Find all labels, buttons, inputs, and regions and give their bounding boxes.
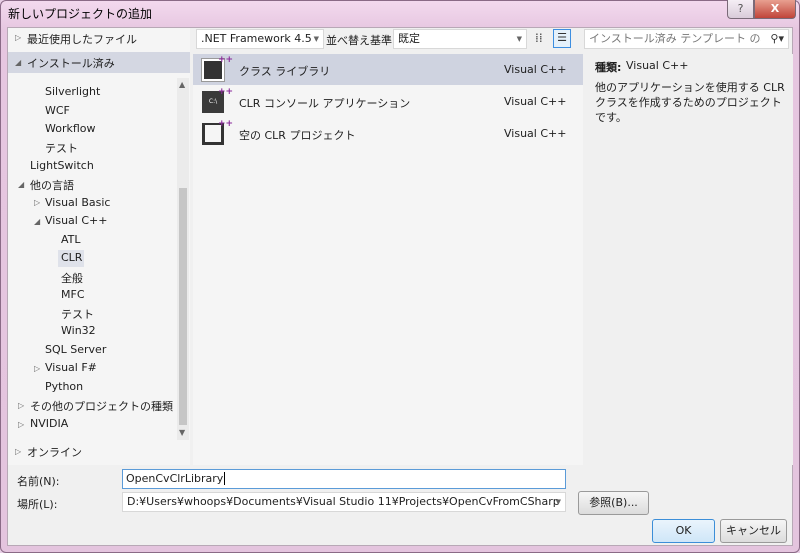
expand-icon[interactable]: ▷ — [34, 198, 40, 207]
sort-value: 既定 — [398, 32, 420, 45]
tree-item[interactable]: Workflow — [45, 122, 96, 135]
sort-label: 並べ替え基準: — [326, 34, 396, 47]
template-row[interactable]: C:\ ++ CLR コンソール アプリケーション Visual C++ — [193, 86, 583, 117]
dropdown-icon: ▼ — [555, 498, 561, 506]
scroll-up-icon[interactable]: ▲ — [179, 80, 185, 89]
scroll-down-icon[interactable]: ▼ — [179, 428, 185, 437]
search-input[interactable]: インストール済み テンプレート の検索 ⚲▾ — [584, 29, 789, 49]
tree-item[interactable]: Visual C++ — [45, 214, 107, 227]
template-row[interactable]: ++ クラス ライブラリ Visual C++ — [193, 54, 583, 85]
template-name: 空の CLR プロジェクト — [239, 129, 356, 142]
tree-item[interactable]: Win32 — [61, 324, 96, 337]
location-select[interactable]: D:¥Users¥whoops¥Documents¥Visual Studio … — [122, 492, 566, 512]
tree-item[interactable]: WCF — [45, 104, 70, 117]
tree-item-online[interactable]: オンライン — [27, 444, 82, 460]
expand-icon[interactable]: ▷ — [18, 401, 24, 410]
tree-item[interactable]: LightSwitch — [30, 159, 94, 172]
name-label: 名前(N): — [17, 475, 60, 488]
dropdown-icon: ▼ — [516, 35, 522, 43]
expand-icon[interactable]: ▷ — [34, 364, 40, 373]
location-value: D:¥Users¥whoops¥Documents¥Visual Studio … — [127, 495, 560, 508]
template-description: 他のアプリケーションを使用する CLR クラスを作成するためのプロジェクトです。 — [595, 81, 785, 124]
name-input[interactable]: OpenCvClrLibrary — [122, 469, 566, 489]
collapse-icon[interactable]: ◢ — [18, 180, 24, 189]
framework-value: .NET Framework 4.5 — [201, 32, 312, 45]
expand-icon[interactable]: ▷ — [15, 447, 21, 456]
template-name: CLR コンソール アプリケーション — [239, 97, 411, 110]
framework-select[interactable]: .NET Framework 4.5 ▼ — [196, 29, 324, 49]
expand-icon[interactable]: ▷ — [18, 420, 24, 429]
tree-item[interactable]: Visual Basic — [45, 196, 110, 209]
list-view-icon[interactable]: ☰ — [553, 29, 571, 48]
expand-icon[interactable]: ▷ — [15, 33, 21, 42]
collapse-icon[interactable]: ◢ — [34, 217, 40, 226]
tree-item[interactable]: SQL Server — [45, 343, 106, 356]
help-button[interactable]: ? — [727, 0, 754, 19]
tree-item[interactable]: MFC — [61, 288, 85, 301]
tree-item[interactable]: テスト — [61, 306, 94, 322]
small-icons-view-icon[interactable]: ⁞⁞ — [535, 31, 543, 45]
type-value: Visual C++ — [626, 59, 689, 72]
tree-item-installed[interactable]: インストール済み — [27, 55, 115, 71]
cancel-button[interactable]: キャンセル — [720, 519, 787, 543]
template-name: クラス ライブラリ — [239, 65, 331, 78]
tree-item[interactable]: その他のプロジェクトの種類 — [30, 398, 173, 414]
close-button[interactable]: X — [754, 0, 796, 19]
tree-item[interactable]: 他の言語 — [30, 177, 74, 193]
tree-item[interactable]: Silverlight — [45, 85, 100, 98]
tree-item[interactable]: テスト — [45, 140, 78, 156]
template-language: Visual C++ — [504, 63, 567, 76]
scrollbar-thumb[interactable] — [179, 188, 187, 425]
tree-item[interactable]: CLR — [61, 251, 82, 264]
type-label: 種類: — [595, 61, 622, 74]
tree-item[interactable]: ATL — [61, 233, 81, 246]
window-title: 新しいプロジェクトの追加 — [8, 7, 153, 21]
search-placeholder: インストール済み テンプレート の検索 — [589, 32, 761, 45]
template-language: Visual C++ — [504, 95, 567, 108]
tree-item[interactable]: NVIDIA — [30, 417, 68, 430]
tree-item[interactable]: Python — [45, 380, 83, 393]
dropdown-icon: ▼ — [313, 35, 319, 43]
search-icon: ⚲▾ — [770, 32, 784, 45]
tree-item[interactable]: Visual F# — [45, 361, 97, 374]
template-row[interactable]: ++ 空の CLR プロジェクト Visual C++ — [193, 118, 583, 149]
location-label: 場所(L): — [17, 498, 58, 511]
tree-item[interactable]: 全般 — [61, 270, 83, 286]
tree-item-recent[interactable]: 最近使用したファイル — [27, 31, 137, 47]
template-language: Visual C++ — [504, 127, 567, 140]
sort-select[interactable]: 既定 ▼ — [393, 29, 527, 49]
browse-button[interactable]: 参照(B)... — [578, 491, 649, 515]
ok-button[interactable]: OK — [652, 519, 715, 543]
collapse-icon[interactable]: ◢ — [15, 58, 21, 67]
name-value: OpenCvClrLibrary — [126, 472, 224, 485]
